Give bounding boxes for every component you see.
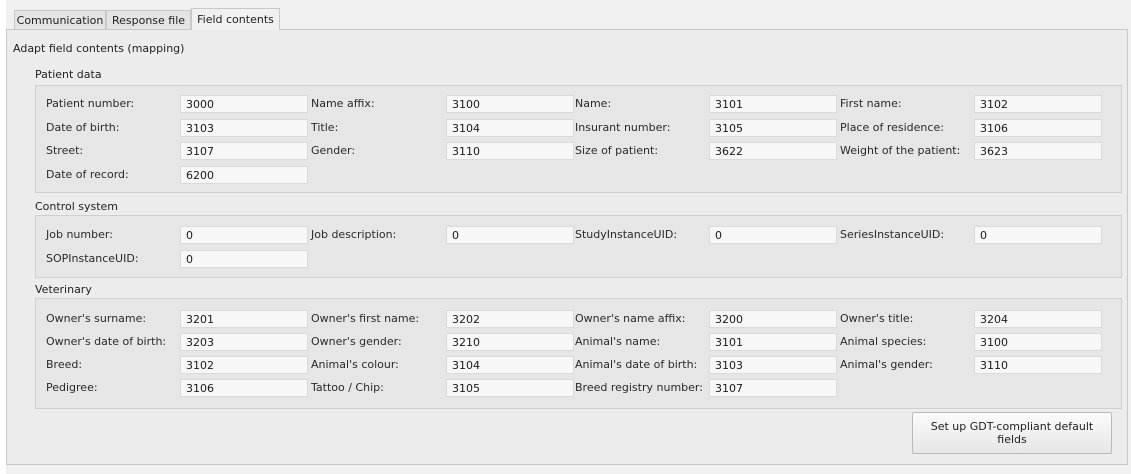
field-street[interactable]	[180, 142, 308, 160]
field-weight-of-patient[interactable]	[974, 142, 1102, 160]
field-animals-name[interactable]	[709, 333, 837, 351]
field-name-affix[interactable]	[446, 95, 574, 113]
label-owners-surname: Owner's surname:	[46, 312, 147, 325]
tab-communication[interactable]: Communication	[14, 10, 106, 30]
field-job-description[interactable]	[446, 226, 574, 244]
field-animals-date-of-birth[interactable]	[709, 356, 837, 374]
tab-bar: Communication Response file Field conten…	[6, 8, 1131, 30]
label-street: Street:	[46, 144, 84, 157]
label-date-of-birth: Date of birth:	[46, 121, 120, 134]
field-size-of-patient[interactable]	[709, 142, 837, 160]
label-job-number: Job number:	[46, 228, 113, 241]
label-owners-date-of-birth: Owner's date of birth:	[46, 335, 167, 348]
field-owners-surname[interactable]	[180, 310, 308, 328]
field-breed-registry-number[interactable]	[709, 379, 837, 397]
label-job-description: Job description:	[311, 228, 397, 241]
field-animal-species[interactable]	[974, 333, 1102, 351]
section-title: Adapt field contents (mapping)	[13, 42, 185, 55]
label-first-name: First name:	[840, 97, 902, 110]
tab-response-file[interactable]: Response file	[106, 10, 191, 30]
label-title: Title:	[311, 121, 339, 134]
field-owners-first-name[interactable]	[446, 310, 574, 328]
group-patient-data: Patient number: Name affix: Name: First …	[35, 85, 1122, 193]
label-animals-gender: Animal's gender:	[840, 358, 933, 371]
label-gender: Gender:	[311, 144, 356, 157]
group-veterinary: Owner's surname: Owner's first name: Own…	[35, 298, 1122, 409]
field-place-of-residence[interactable]	[974, 119, 1102, 137]
field-first-name[interactable]	[974, 95, 1102, 113]
field-study-instance-uid[interactable]	[709, 226, 837, 244]
group-control-system: Job number: Job description: StudyInstan…	[35, 215, 1122, 278]
label-owners-first-name: Owner's first name:	[311, 312, 420, 325]
label-animals-name: Animal's name:	[575, 335, 661, 348]
tab-field-contents[interactable]: Field contents	[191, 8, 280, 30]
field-job-number[interactable]	[180, 226, 308, 244]
settings-window: Communication Response file Field conten…	[6, 0, 1131, 474]
field-owners-name-affix[interactable]	[709, 310, 837, 328]
label-owners-name-affix: Owner's name affix:	[575, 312, 686, 325]
field-date-of-record[interactable]	[180, 166, 308, 184]
label-tattoo-chip: Tattoo / Chip:	[311, 381, 384, 394]
label-owners-gender: Owner's gender:	[311, 335, 402, 348]
field-owners-title[interactable]	[974, 310, 1102, 328]
label-animals-date-of-birth: Animal's date of birth:	[575, 358, 698, 371]
label-patient-number: Patient number:	[46, 97, 135, 110]
field-series-instance-uid[interactable]	[974, 226, 1102, 244]
field-animals-gender[interactable]	[974, 356, 1102, 374]
label-weight-of-patient: Weight of the patient:	[840, 144, 961, 157]
set-default-fields-button[interactable]: Set up GDT-compliant default fields	[912, 412, 1112, 454]
field-owners-gender[interactable]	[446, 333, 574, 351]
field-name[interactable]	[709, 95, 837, 113]
group-label-control-system: Control system	[35, 200, 119, 213]
label-breed: Breed:	[46, 358, 83, 371]
label-owners-title: Owner's title:	[840, 312, 914, 325]
field-pedigree[interactable]	[180, 379, 308, 397]
label-place-of-residence: Place of residence:	[840, 121, 944, 134]
label-name-affix: Name affix:	[311, 97, 375, 110]
field-gender[interactable]	[446, 142, 574, 160]
field-breed[interactable]	[180, 356, 308, 374]
group-label-patient-data: Patient data	[35, 68, 102, 81]
label-study-instance-uid: StudyInstanceUID:	[575, 228, 678, 241]
label-breed-registry-number: Breed registry number:	[575, 381, 703, 394]
field-sop-instance-uid[interactable]	[180, 250, 308, 268]
field-title[interactable]	[446, 119, 574, 137]
label-pedigree: Pedigree:	[46, 381, 98, 394]
label-name: Name:	[575, 97, 612, 110]
field-owners-date-of-birth[interactable]	[180, 333, 308, 351]
field-animals-colour[interactable]	[446, 356, 574, 374]
label-animal-species: Animal species:	[840, 335, 927, 348]
label-series-instance-uid: SeriesInstanceUID:	[840, 228, 945, 241]
label-animals-colour: Animal's colour:	[311, 358, 399, 371]
group-label-veterinary: Veterinary	[35, 283, 92, 296]
field-contents-panel: Adapt field contents (mapping) Patient d…	[6, 29, 1128, 465]
label-date-of-record: Date of record:	[46, 168, 129, 181]
field-tattoo-chip[interactable]	[446, 379, 574, 397]
field-patient-number[interactable]	[180, 95, 308, 113]
field-insurant-number[interactable]	[709, 119, 837, 137]
label-insurant-number: Insurant number:	[575, 121, 671, 134]
label-size-of-patient: Size of patient:	[575, 144, 659, 157]
field-date-of-birth[interactable]	[180, 119, 308, 137]
label-sop-instance-uid: SOPInstanceUID:	[46, 252, 139, 265]
